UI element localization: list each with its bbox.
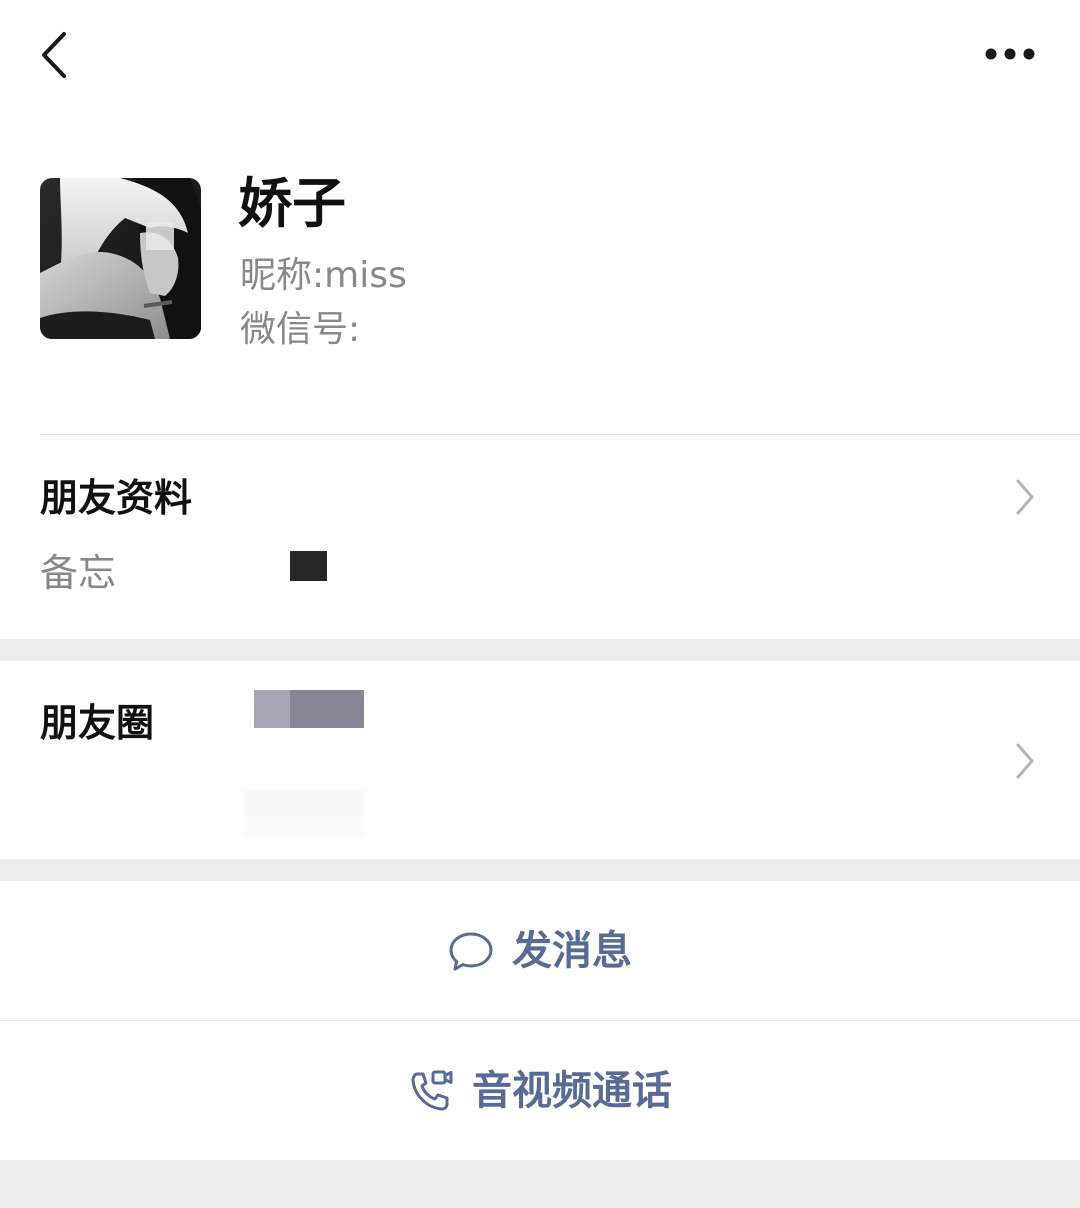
moments-row[interactable]: 朋友圈 [0, 661, 1080, 859]
send-message-button[interactable]: 发消息 [0, 881, 1080, 1020]
video-call-label: 音视频通话 [472, 1067, 672, 1114]
phone-video-icon [411, 1070, 453, 1110]
memo-image-thumbnail [290, 551, 327, 581]
chevron-right-icon [1016, 479, 1034, 515]
moments-title: 朋友圈 [40, 701, 155, 745]
chevron-right-icon [1016, 743, 1034, 779]
display-name: 娇子 [238, 172, 346, 235]
nickname-value: miss [324, 255, 407, 296]
moments-blurred-thumbnail [244, 791, 364, 837]
avatar-image [40, 178, 201, 339]
moments-photo-thumbnail [254, 690, 364, 728]
profile-header: 娇子 昵称:miss 微信号: [0, 110, 1080, 435]
nickname-line: 昵称:miss [240, 252, 407, 300]
chat-bubble-icon [449, 932, 493, 970]
nickname-label: 昵称 [240, 255, 313, 296]
nickname-separator: : [312, 255, 325, 296]
video-call-content: 音视频通话 [0, 1021, 1080, 1160]
wechat-id-line: 微信号: [240, 306, 360, 354]
back-chevron-icon[interactable] [36, 28, 76, 82]
wechat-id-separator: : [348, 309, 361, 350]
friend-info-row[interactable]: 朋友资料 备忘 [0, 435, 1080, 639]
avatar[interactable] [40, 178, 201, 339]
friend-info-title: 朋友资料 [40, 476, 193, 520]
top-bar [0, 0, 1080, 110]
more-dots-icon[interactable] [982, 40, 1038, 68]
memo-label: 备忘 [40, 551, 117, 595]
wechat-id-label: 微信号 [240, 309, 349, 350]
send-message-content: 发消息 [0, 881, 1080, 1020]
send-message-label: 发消息 [512, 927, 632, 974]
video-call-button[interactable]: 音视频通话 [0, 1021, 1080, 1160]
